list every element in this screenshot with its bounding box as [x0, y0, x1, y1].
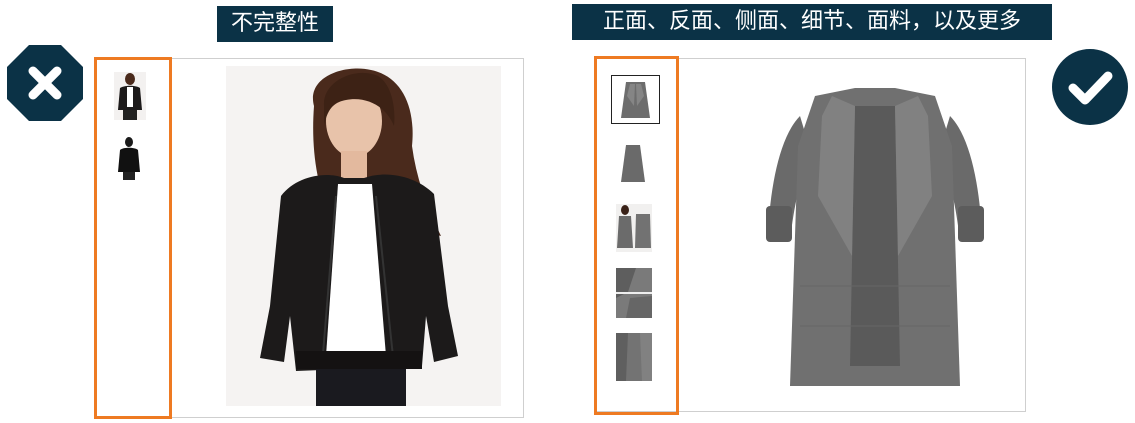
thumbnail-coat-on-model[interactable] [616, 204, 652, 252]
thumbnail-coat-fabric[interactable] [616, 333, 652, 381]
thumbnail-coat-detail[interactable] [616, 268, 652, 318]
incomplete-label: 不完整性 [217, 6, 333, 42]
thumbnail-jacket-back[interactable] [117, 136, 141, 180]
main-image-grey-coat[interactable] [760, 86, 990, 390]
x-octagon-icon [7, 45, 83, 121]
checkmark-circle-icon [1051, 48, 1129, 126]
thumbnail-coat-front[interactable] [611, 75, 660, 124]
complete-views-label: 正面、反面、侧面、细节、面料，以及更多 [572, 4, 1052, 40]
thumbnail-coat-back[interactable] [618, 142, 648, 184]
main-image-black-jacket-model[interactable] [226, 66, 501, 406]
thumbnail-model-front[interactable] [114, 72, 146, 120]
